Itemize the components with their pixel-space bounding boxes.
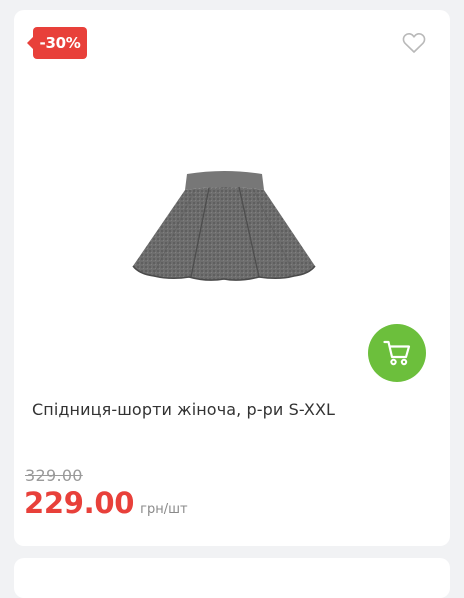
product-image[interactable] <box>129 170 319 285</box>
old-price: 329.00 <box>25 466 83 485</box>
price-unit: грн/шт <box>140 502 188 517</box>
discount-badge: -30% <box>27 27 87 59</box>
price-row: 229.00 грн/шт <box>24 486 188 520</box>
badge-notch <box>27 37 33 49</box>
product-card[interactable]: -30% Спідниця-шорти жіноча, р-ри S-XXL 3… <box>14 10 450 546</box>
favorite-heart-icon[interactable] <box>402 32 426 54</box>
shopping-cart-icon <box>383 340 411 366</box>
next-product-card[interactable] <box>14 558 450 598</box>
discount-badge-label: -30% <box>39 34 81 52</box>
product-title[interactable]: Спідниця-шорти жіноча, р-ри S-XXL <box>32 400 432 419</box>
add-to-cart-button[interactable] <box>368 324 426 382</box>
current-price: 229.00 <box>24 486 135 520</box>
